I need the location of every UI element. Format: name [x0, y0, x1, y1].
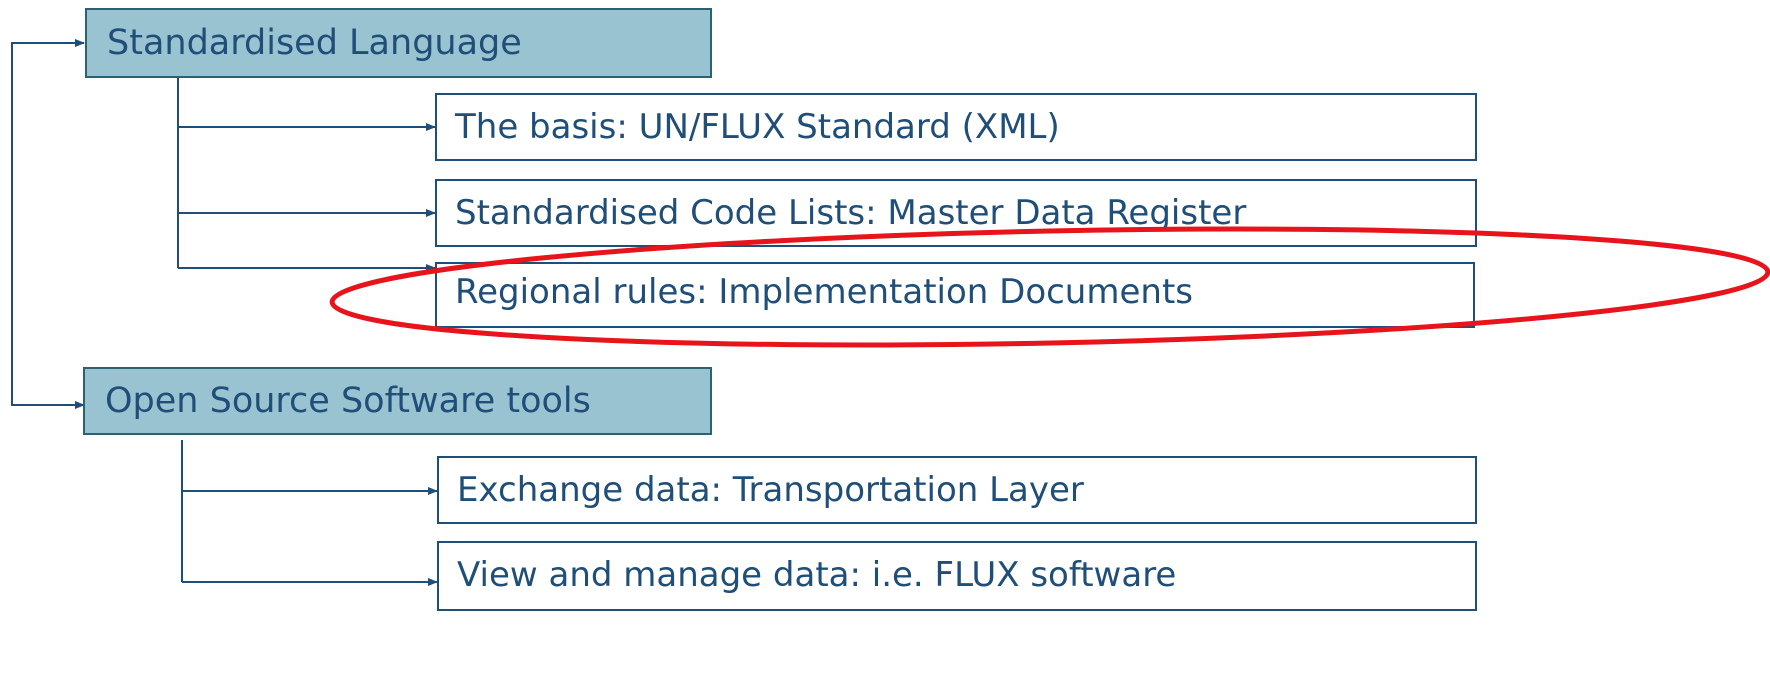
parent-label: Standardised Language — [107, 23, 522, 63]
parent-label: Open Source Software tools — [105, 381, 591, 421]
root-connector-line — [11, 42, 80, 406]
child-un-flux-standard: The basis: UN/FLUX Standard (XML) — [435, 93, 1477, 161]
child-transportation-layer: Exchange data: Transportation Layer — [437, 456, 1477, 524]
child-label: Exchange data: Transportation Layer — [457, 470, 1084, 510]
child-master-data-register: Standardised Code Lists: Master Data Reg… — [435, 179, 1477, 247]
parent-open-source-software-tools: Open Source Software tools — [83, 367, 712, 435]
parent-standardised-language: Standardised Language — [85, 8, 712, 78]
child-flux-software: View and manage data: i.e. FLUX software — [437, 541, 1477, 611]
child-label: Standardised Code Lists: Master Data Reg… — [455, 193, 1247, 233]
child-label: View and manage data: i.e. FLUX software — [457, 555, 1177, 595]
child-label: Regional rules: Implementation Documents — [455, 272, 1193, 312]
child-implementation-documents: Regional rules: Implementation Documents — [435, 262, 1475, 328]
child-label: The basis: UN/FLUX Standard (XML) — [455, 107, 1060, 147]
